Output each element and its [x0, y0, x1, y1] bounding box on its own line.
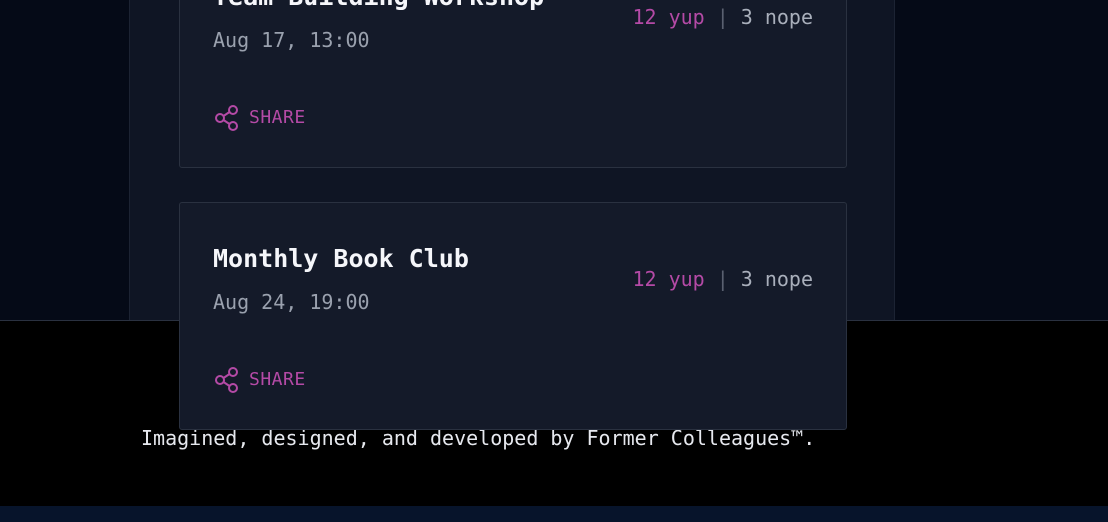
rsvp-summary: 12 yup | 3 nope	[632, 3, 813, 31]
bottom-strip	[0, 506, 1108, 522]
share-button[interactable]: SHARE	[213, 366, 306, 394]
rsvp-separator: |	[716, 5, 729, 29]
rsvp-no-count: 3 nope	[740, 5, 813, 29]
share-icon	[215, 367, 238, 393]
event-date: Aug 24, 19:00	[213, 290, 370, 314]
event-card[interactable]: Monthly Book Club Aug 24, 19:00 12 yup | 3…	[179, 202, 847, 430]
event-title: Monthly Book Club	[213, 244, 469, 273]
share-icon	[215, 105, 238, 131]
rsvp-no-count: 3 nope	[740, 267, 813, 291]
rsvp-summary: 12 yup | 3 nope	[632, 265, 813, 293]
rsvp-yes-count: 12 yup	[632, 267, 705, 291]
rsvp-separator: |	[716, 267, 729, 291]
event-date: Aug 17, 13:00	[213, 28, 370, 52]
event-card[interactable]: Team Building Workshop Aug 17, 13:00 12 …	[179, 0, 847, 168]
share-label: SHARE	[249, 369, 306, 390]
event-title: Team Building Workshop	[213, 0, 544, 15]
share-button[interactable]: SHARE	[213, 104, 306, 132]
rsvp-yes-count: 12 yup	[632, 5, 705, 29]
share-label: SHARE	[249, 107, 306, 128]
